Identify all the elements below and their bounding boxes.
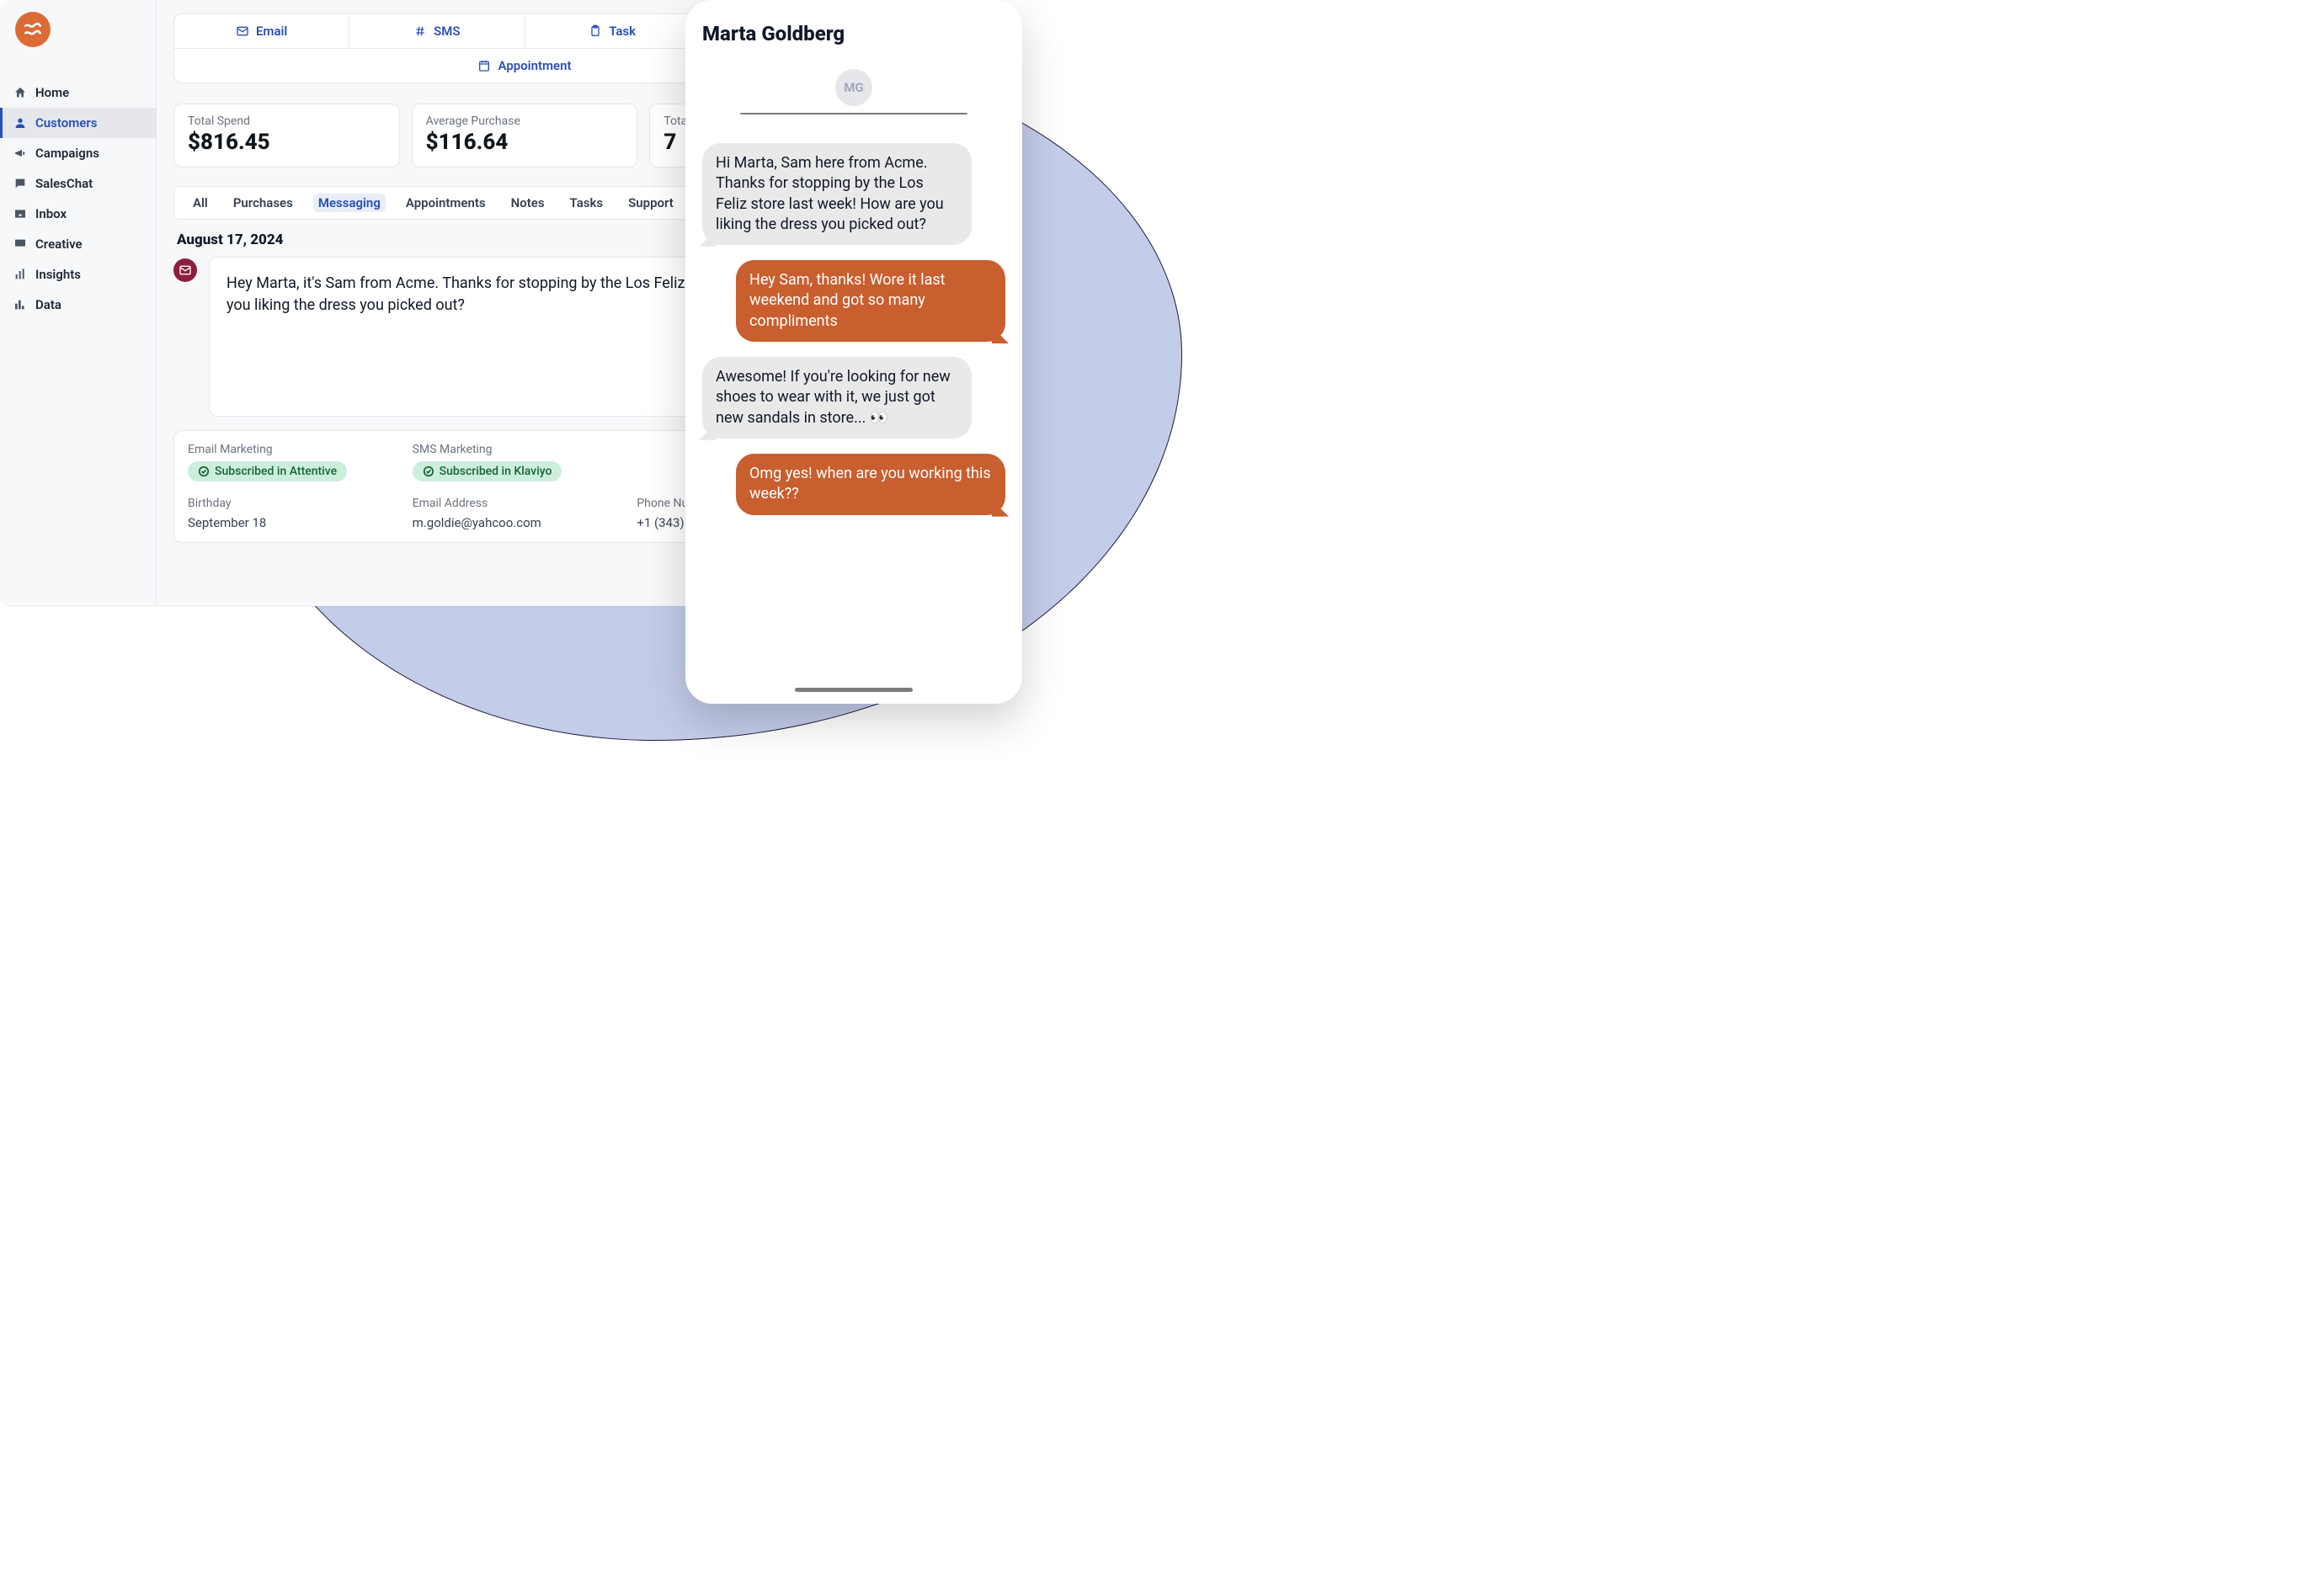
monitor-icon: [13, 237, 27, 251]
phone-separator: [740, 113, 967, 114]
nav-creative[interactable]: Creative: [0, 229, 156, 259]
nav-label: Creative: [35, 237, 83, 252]
detail-label: Email Address: [413, 497, 488, 510]
chat-icon: [13, 177, 27, 190]
nav-insights[interactable]: Insights: [0, 259, 156, 290]
stat-avg-purchase: Average Purchase $116.64: [412, 104, 638, 168]
nav-label: Home: [35, 85, 69, 100]
nav-label: Customers: [35, 115, 97, 130]
stat-value: $816.45: [188, 130, 386, 155]
inbox-icon: [13, 207, 27, 221]
nav-inbox[interactable]: Inbox: [0, 199, 156, 229]
detail-value: m.goldie@yahcoo.com: [413, 515, 541, 530]
detail-value: September 18: [188, 515, 266, 530]
tab-purchases[interactable]: Purchases: [228, 194, 298, 212]
pill-text: Subscribed in Attentive: [215, 465, 337, 478]
detail-email: Email Address m.goldie@yahcoo.com: [413, 497, 637, 530]
nav-label: SalesChat: [35, 176, 93, 191]
detail-label: Birthday: [188, 497, 232, 510]
chat-bubble-outgoing: Omg yes! when are you working this week?…: [736, 454, 1005, 515]
nav-campaigns[interactable]: Campaigns: [0, 138, 156, 168]
chat-bubble-incoming: Hi Marta, Sam here from Acme. Thanks for…: [702, 143, 972, 245]
tab-appointments[interactable]: Appointments: [401, 194, 491, 212]
detail-label: Email Marketing: [188, 443, 273, 456]
email-button[interactable]: Email: [174, 14, 349, 48]
calendar-icon: [477, 59, 491, 72]
stat-total-spend: Total Spend $816.45: [173, 104, 400, 168]
chat-bubble-outgoing: Hey Sam, thanks! Wore it last weekend an…: [736, 260, 1005, 342]
stat-label: Average Purchase: [426, 114, 624, 128]
tab-all[interactable]: All: [188, 194, 213, 212]
detail-sms-marketing: SMS Marketing Subscribed in Klaviyo: [413, 443, 637, 481]
megaphone-icon: [13, 146, 27, 160]
chart-icon: [13, 298, 27, 311]
nav-label: Insights: [35, 267, 81, 282]
nav-data[interactable]: Data: [0, 290, 156, 320]
detail-birthday: Birthday September 18: [188, 497, 413, 530]
tab-support[interactable]: Support: [623, 194, 679, 212]
mail-icon: [236, 24, 249, 38]
avatar: MG: [835, 69, 872, 106]
action-label: Appointment: [498, 58, 571, 73]
action-label: SMS: [434, 24, 460, 39]
mail-badge-icon: [173, 258, 197, 282]
pill-text: Subscribed in Klaviyo: [440, 465, 552, 478]
logo-icon: [15, 12, 51, 47]
tab-notes[interactable]: Notes: [506, 194, 550, 212]
chat-bubble-incoming: Awesome! If you're looking for new shoes…: [702, 357, 972, 439]
subscribed-pill: Subscribed in Attentive: [188, 461, 347, 481]
nav-label: Campaigns: [35, 146, 99, 161]
bars-icon: [13, 268, 27, 281]
home-icon: [13, 86, 27, 99]
nav-customers[interactable]: Customers: [0, 108, 156, 138]
stat-label: Total Spend: [188, 114, 386, 128]
hash-icon: [413, 24, 427, 38]
tab-messaging[interactable]: Messaging: [313, 194, 386, 212]
nav-label: Data: [35, 297, 61, 312]
sms-button[interactable]: SMS: [349, 14, 525, 48]
nav-saleschat[interactable]: SalesChat: [0, 168, 156, 199]
stat-value: $116.64: [426, 130, 624, 155]
tab-tasks[interactable]: Tasks: [565, 194, 609, 212]
nav-home[interactable]: Home: [0, 77, 156, 108]
action-label: Email: [256, 24, 287, 39]
phone-mock: Marta Goldberg MG Hi Marta, Sam here fro…: [685, 0, 1022, 704]
home-indicator: [795, 688, 913, 692]
sidebar: Home Customers Campaigns SalesChat Inbox…: [0, 0, 157, 606]
detail-label: SMS Marketing: [413, 443, 493, 456]
subscribed-pill: Subscribed in Klaviyo: [413, 461, 562, 481]
chat-contact-name: Marta Goldberg: [702, 22, 1005, 45]
action-label: Task: [609, 24, 636, 39]
detail-email-marketing: Email Marketing Subscribed in Attentive: [188, 443, 413, 481]
user-icon: [13, 116, 27, 130]
nav-list: Home Customers Campaigns SalesChat Inbox…: [0, 77, 156, 320]
nav-label: Inbox: [35, 206, 67, 221]
clipboard-icon: [589, 24, 602, 38]
task-button[interactable]: Task: [525, 14, 701, 48]
